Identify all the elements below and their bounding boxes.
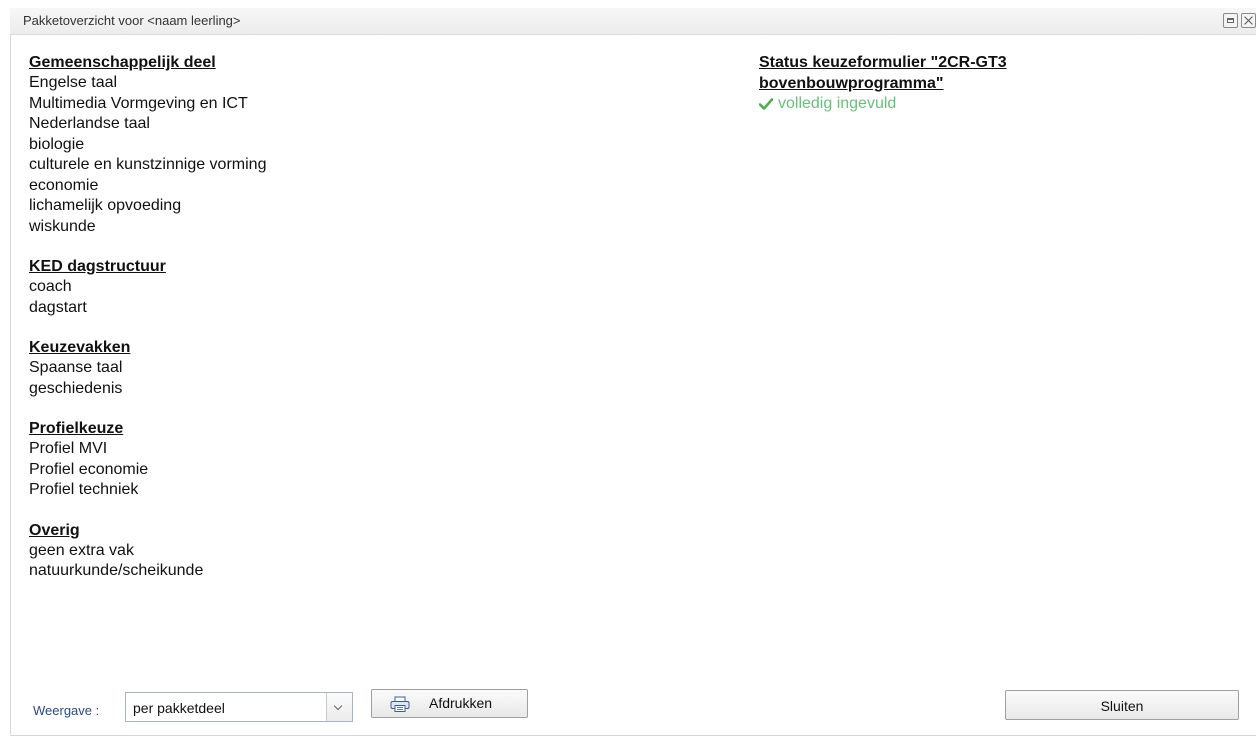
- chevron-down-icon[interactable]: [326, 693, 352, 721]
- view-select[interactable]: per pakketdeel: [125, 692, 353, 722]
- section-heading: Gemeenschappelijk deel: [29, 54, 216, 71]
- section-gemeenschappelijk-deel: Gemeenschappelijk deel Engelse taal Mult…: [29, 53, 629, 237]
- section-heading: KED dagstructuur: [29, 258, 166, 275]
- section-heading: Overig: [29, 521, 80, 539]
- subject-item: wiskunde: [29, 217, 96, 235]
- status-state: volledig ingevuld: [759, 94, 1179, 114]
- subject-item: Profiel techniek: [29, 481, 139, 498]
- check-icon: [759, 98, 773, 110]
- subject-item: natuurkunde/scheikunde: [29, 562, 204, 579]
- subject-item: geschiedenis: [29, 379, 123, 397]
- subject-item: lichamelijk opvoeding: [29, 197, 182, 214]
- package-overview-dialog: Pakketoverzicht voor <naam leerling> Gem…: [0, 0, 1256, 739]
- subject-item: biologie: [29, 135, 85, 153]
- subject-item: Spaanse taal: [29, 359, 123, 376]
- status-title-line2: bovenbouwprogramma": [759, 74, 944, 92]
- subject-item: geen extra vak: [29, 541, 134, 559]
- package-sections: Gemeenschappelijk deel Engelse taal Mult…: [29, 53, 629, 602]
- dialog-title: Pakketoverzicht voor <naam leerling>: [23, 13, 241, 28]
- status-state-label: volledig ingevuld: [778, 95, 897, 112]
- view-label: Weergave :: [33, 703, 100, 718]
- dialog-titlebar: Pakketoverzicht voor <naam leerling>: [10, 8, 1256, 35]
- printer-icon: [390, 696, 410, 712]
- section-keuzevakken: Keuzevakken Spaanse taal geschiedenis: [29, 338, 629, 399]
- subject-item: culturele en kunstzinnige vorming: [29, 156, 267, 173]
- print-button[interactable]: Afdrukken: [371, 689, 528, 718]
- subject-item: Profiel economie: [29, 460, 149, 478]
- close-icon[interactable]: [1241, 13, 1256, 28]
- subject-item: Nederlandse taal: [29, 115, 150, 132]
- subject-item: Engelse taal: [29, 74, 118, 91]
- close-button-label: Sluiten: [1100, 698, 1144, 714]
- section-profielkeuze: Profielkeuze Profiel MVI Profiel economi…: [29, 419, 629, 501]
- dialog-border-left: [10, 34, 11, 734]
- dialog-border-bottom: [10, 735, 1256, 736]
- subject-item: dagstart: [29, 298, 87, 316]
- section-heading: Profielkeuze: [29, 420, 124, 437]
- subject-item: Multimedia Vormgeving en ICT: [29, 94, 248, 112]
- section-overig: Overig geen extra vak natuurkunde/scheik…: [29, 521, 629, 582]
- view-select-value: per pakketdeel: [133, 700, 225, 716]
- maximize-icon[interactable]: [1223, 13, 1238, 28]
- subject-item: economie: [29, 176, 99, 194]
- section-heading: Keuzevakken: [29, 339, 131, 356]
- close-button[interactable]: Sluiten: [1005, 690, 1239, 720]
- subject-item: coach: [29, 278, 72, 295]
- print-button-label: Afdrukken: [429, 695, 493, 711]
- section-ked-dagstructuur: KED dagstructuur coach dagstart: [29, 257, 629, 318]
- subject-item: Profiel MVI: [29, 440, 108, 457]
- status-title-line1: Status keuzeformulier "2CR-GT3: [759, 54, 1007, 71]
- status-panel: Status keuzeformulier "2CR-GT3 bovenbouw…: [759, 53, 1179, 114]
